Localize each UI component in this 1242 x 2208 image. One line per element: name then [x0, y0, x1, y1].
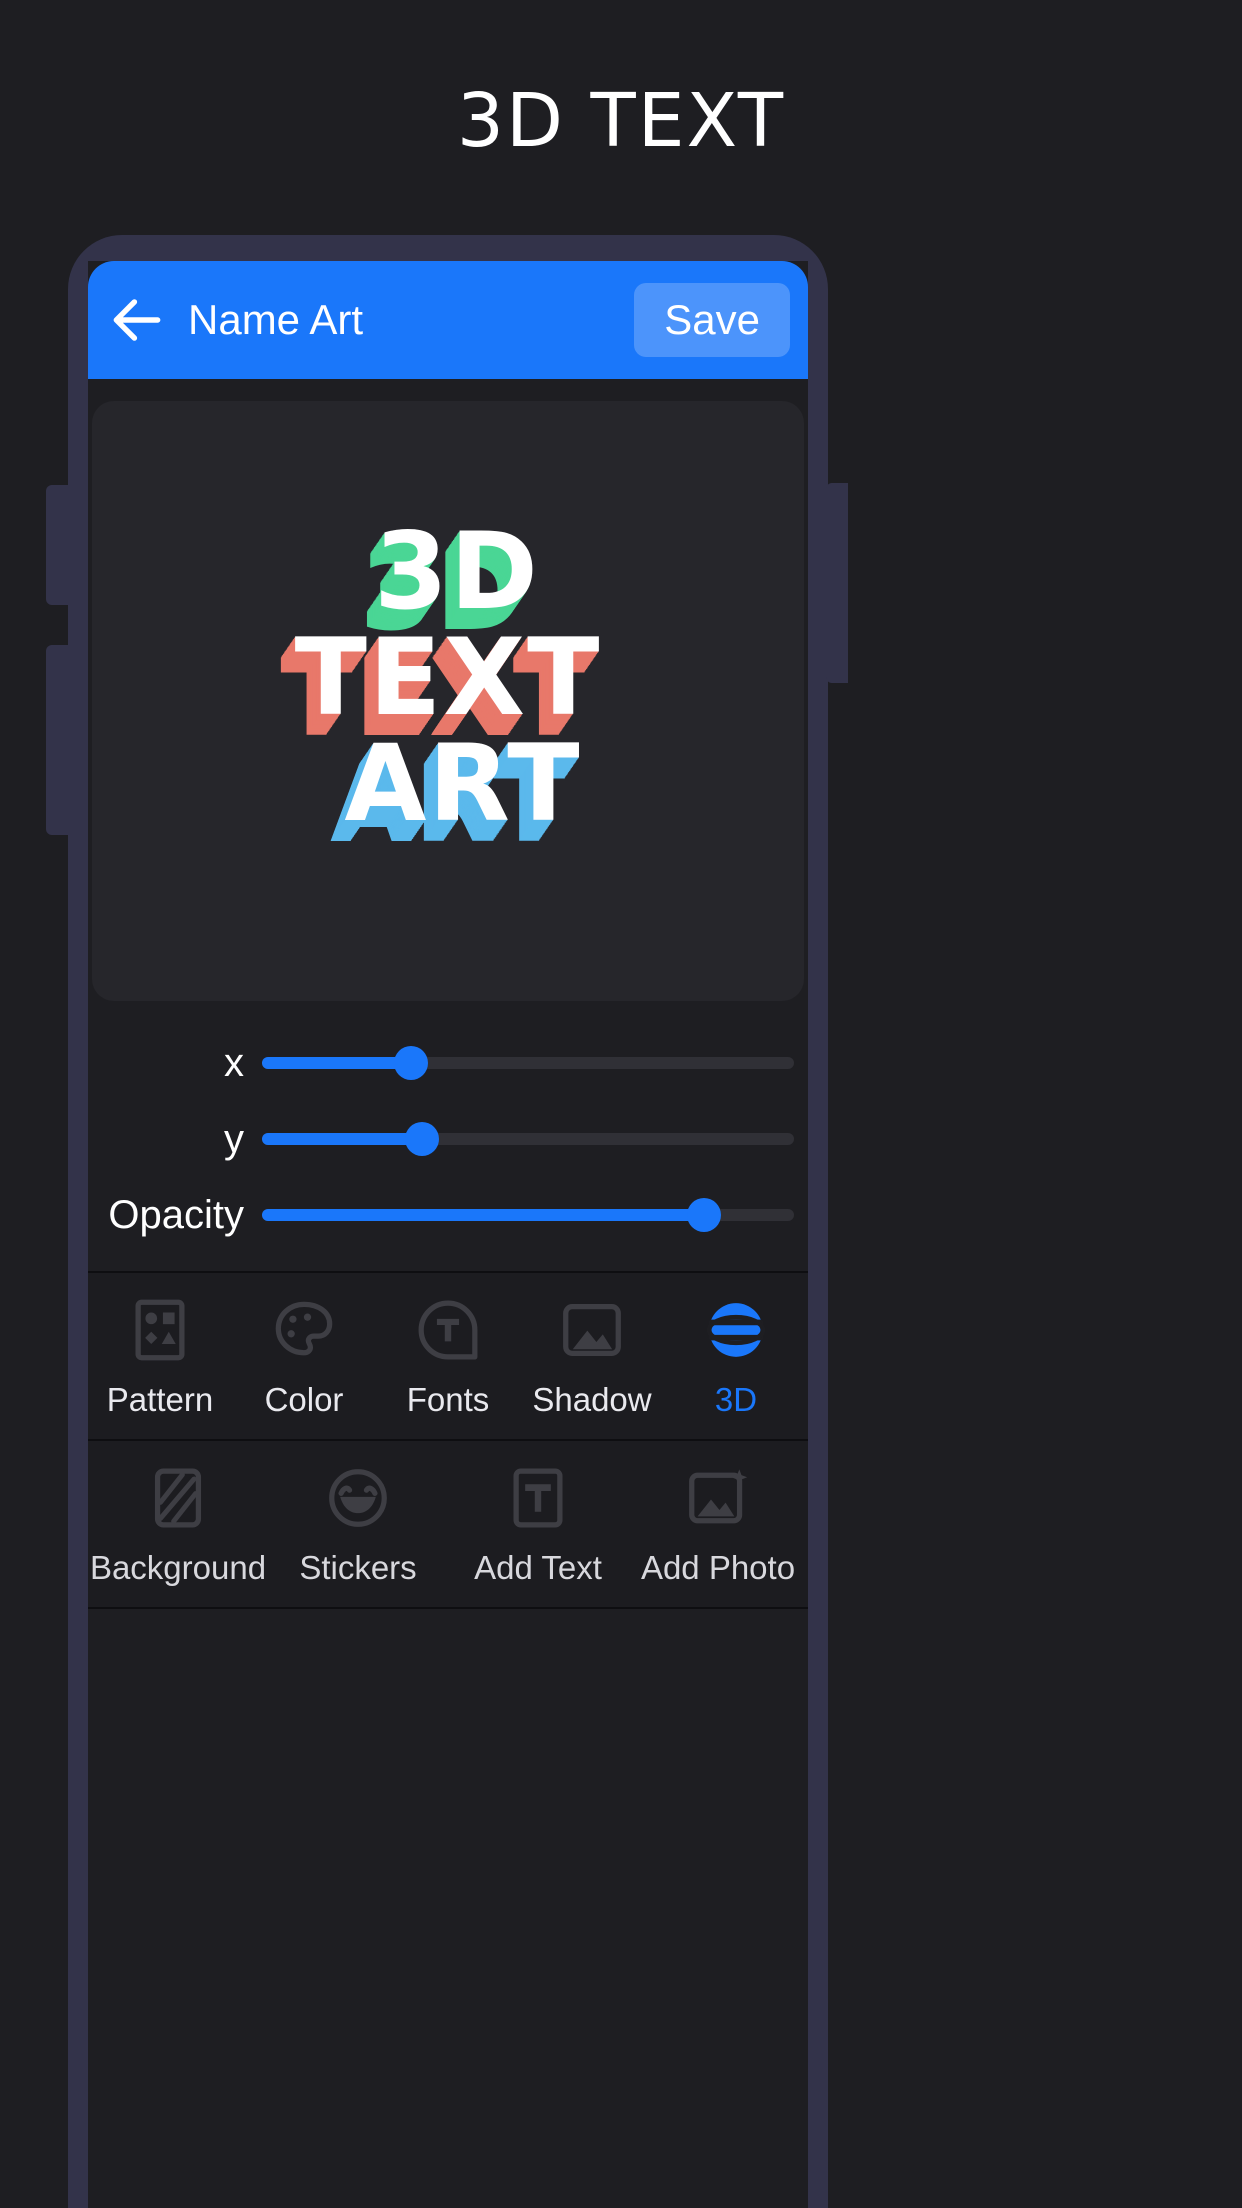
slider-y-thumb[interactable]	[404, 1122, 439, 1156]
app-header: Name Art Save	[88, 261, 808, 379]
background-stripes-icon	[154, 1468, 202, 1528]
tab-fonts-label: Fonts	[406, 1381, 490, 1418]
save-button[interactable]: Save	[634, 282, 790, 358]
tab-stickers-label: Stickers	[299, 1549, 417, 1586]
tab-stickers[interactable]: Stickers	[268, 1463, 448, 1587]
slider-opacity-fill	[262, 1209, 704, 1221]
arrow-left-icon[interactable]	[106, 289, 168, 351]
tab-add-photo-label: Add Photo	[640, 1549, 796, 1586]
art-line-2[interactable]: TEXT	[92, 624, 804, 730]
tab-background[interactable]: Background	[88, 1463, 268, 1587]
slider-row-x: x	[102, 1025, 794, 1101]
phone-frame: Name Art Save 3D TEXT ART x y Opacity Pa…	[46, 235, 848, 2208]
tab-3d[interactable]: 3D	[664, 1295, 808, 1419]
slider-row-opacity: Opacity	[102, 1177, 794, 1253]
tool-tab-bar: Pattern Color Fonts Shadow 3D	[88, 1271, 808, 1441]
tab-color[interactable]: Color	[232, 1295, 376, 1419]
tab-pattern[interactable]: Pattern	[88, 1295, 232, 1419]
tab-add-text[interactable]: Add Text	[448, 1463, 628, 1587]
pattern-icon	[135, 1299, 185, 1361]
phone-volume-up-button	[46, 485, 70, 605]
phone-screen: Name Art Save 3D TEXT ART x y Opacity Pa…	[88, 261, 808, 2208]
3d-sphere-icon	[706, 1303, 766, 1357]
slider-label-y: y	[224, 1116, 244, 1161]
tab-shadow-label: Shadow	[532, 1381, 652, 1418]
slider-group: x y Opacity	[88, 1001, 808, 1271]
bottom-tab-bar: Background Stickers Add Text Add Photo	[88, 1441, 808, 1609]
slider-label-x: x	[224, 1040, 244, 1085]
tab-add-text-label: Add Text	[474, 1549, 602, 1586]
tab-add-photo[interactable]: Add Photo	[628, 1463, 808, 1587]
slider-label-opacity: Opacity	[108, 1192, 244, 1237]
shadow-icon	[563, 1304, 621, 1356]
palette-icon	[275, 1301, 333, 1356]
art-name-field[interactable]: Name Art	[188, 296, 634, 344]
art-canvas[interactable]: 3D TEXT ART	[92, 401, 804, 1001]
slider-x-fill	[262, 1057, 411, 1069]
add-text-icon	[513, 1468, 563, 1528]
art-text-stack[interactable]: 3D TEXT ART	[92, 519, 804, 836]
slider-opacity[interactable]	[262, 1198, 794, 1232]
slider-y-fill	[262, 1133, 422, 1145]
slider-x[interactable]	[262, 1046, 794, 1080]
smiley-icon	[329, 1469, 387, 1527]
slider-x-thumb[interactable]	[393, 1046, 428, 1080]
phone-volume-down-button	[46, 645, 70, 835]
tab-background-label: Background	[89, 1549, 267, 1586]
tab-pattern-label: Pattern	[106, 1381, 214, 1418]
art-line-1[interactable]: 3D	[110, 519, 804, 625]
fonts-icon	[418, 1300, 478, 1360]
slider-opacity-thumb[interactable]	[686, 1198, 721, 1232]
app-root: 3D TEXT Name Art Save 3D TEXT ART x y Op…	[0, 0, 1242, 2208]
phone-power-button	[826, 483, 848, 683]
slider-y[interactable]	[262, 1122, 794, 1156]
add-photo-icon	[689, 1469, 748, 1524]
tab-shadow[interactable]: Shadow	[520, 1295, 664, 1419]
slider-row-y: y	[102, 1101, 794, 1177]
tab-fonts[interactable]: Fonts	[376, 1295, 520, 1419]
tab-3d-label: 3D	[714, 1381, 758, 1418]
art-line-3[interactable]: ART	[122, 730, 804, 836]
tab-color-label: Color	[264, 1381, 344, 1418]
page-title: 3D TEXT	[456, 78, 786, 164]
